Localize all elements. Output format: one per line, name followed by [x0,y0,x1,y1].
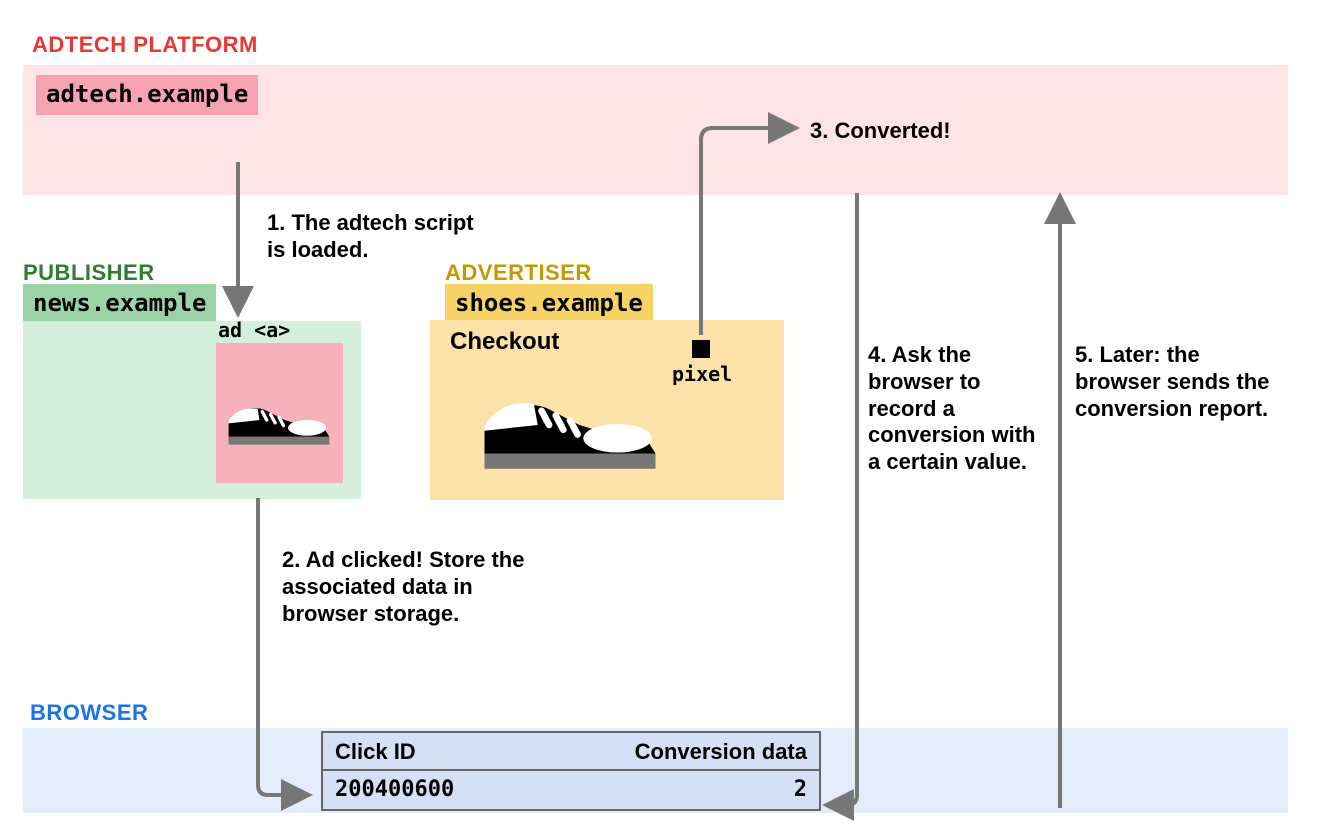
advertiser-domain-chip: shoes.example [445,284,653,324]
shoe-icon [223,385,335,455]
step-4-label: 4. Ask the browser to record a conversio… [868,342,1048,476]
diagram-canvas: ADTECH PLATFORM adtech.example 3. Conver… [0,0,1341,831]
col-header-conversion: Conversion data [635,739,807,765]
step-5-label: 5. Later: the browser sends the conversi… [1075,342,1275,422]
col-header-click-id: Click ID [335,739,416,765]
cell-click-id: 200400600 [335,777,454,802]
publisher-section-title: PUBLISHER [23,260,155,286]
table-header-row: Click ID Conversion data [323,733,819,771]
advertiser-section-title: ADVERTISER [445,260,592,286]
tracking-pixel-icon [692,340,710,358]
step-3-label: 3. Converted! [810,118,951,145]
publisher-domain-chip: news.example [23,284,216,324]
product-shoe-icon [475,365,665,485]
step-2-label: 2. Ad clicked! Store the associated data… [282,547,532,627]
step-1-label: 1. The adtech script is loaded. [267,210,477,264]
browser-storage-table: Click ID Conversion data 200400600 2 [321,731,821,811]
browser-section-title: BROWSER [30,700,148,726]
table-row: 200400600 2 [323,771,819,808]
checkout-heading: Checkout [450,328,559,356]
adtech-section-title: ADTECH PLATFORM [32,32,258,58]
ad-anchor-label: ad <a> [218,318,290,342]
pixel-label: pixel [672,362,732,386]
cell-conversion-value: 2 [794,777,807,802]
adtech-domain-chip: adtech.example [36,75,258,115]
